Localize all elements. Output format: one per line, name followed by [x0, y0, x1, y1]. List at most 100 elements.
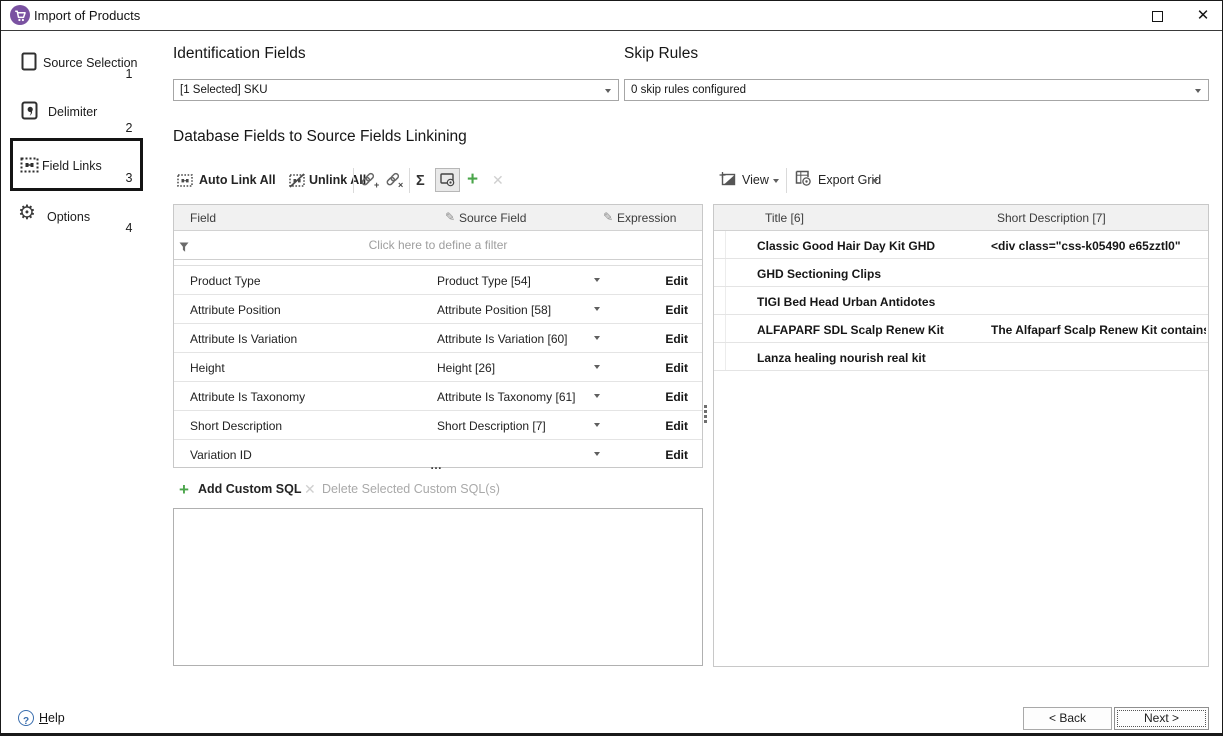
column-header-field[interactable]: Field — [190, 211, 216, 225]
description-cell: <div class="css-k05490 e65zztl0" — [991, 239, 1181, 253]
source-field-value[interactable]: Attribute Is Taxonomy [61] — [437, 390, 576, 404]
edit-expression-button[interactable]: Edit — [665, 332, 688, 346]
step-number: 2 — [121, 121, 137, 135]
chevron-down-icon — [872, 179, 878, 183]
chevron-down-icon — [605, 89, 611, 93]
delimiter-icon — [21, 101, 38, 125]
toolbar-separator — [786, 168, 787, 193]
preview-row: Classic Good Hair Day Kit GHD<div class=… — [714, 231, 1208, 259]
source-field-dropdown[interactable] — [588, 445, 606, 463]
source-field-dropdown[interactable] — [588, 416, 606, 434]
add-row-icon[interactable]: + — [467, 170, 478, 189]
row-indicator — [714, 343, 726, 370]
document-icon — [21, 52, 37, 76]
field-name-cell: Attribute Is Variation — [190, 332, 297, 346]
chevron-down-icon — [594, 423, 600, 427]
preview-row: Lanza healing nourish real kit — [714, 343, 1208, 371]
add-link-icon[interactable]: + — [360, 172, 380, 194]
description-cell: The Alfaparf Scalp Renew Kit contains th… — [991, 323, 1206, 337]
title-cell: Lanza healing nourish real kit — [757, 351, 926, 365]
grid-resize-handle[interactable]: … — [430, 458, 443, 472]
delete-custom-sql-icon-disabled: ✕ — [304, 482, 316, 496]
column-header-title[interactable]: Title [6] — [765, 211, 804, 225]
source-field-value[interactable]: Short Description [7] — [437, 419, 546, 433]
source-field-dropdown[interactable] — [588, 387, 606, 405]
source-preview-grid: Title [6] Short Description [7] Classic … — [713, 204, 1209, 667]
preview-toggle-button[interactable] — [435, 168, 460, 192]
edit-expression-button[interactable]: Edit — [665, 274, 688, 288]
custom-sql-input[interactable] — [173, 508, 703, 666]
source-field-value[interactable]: Attribute Is Variation [60] — [437, 332, 568, 346]
chevron-down-icon — [594, 394, 600, 398]
next-button[interactable]: Next > — [1114, 707, 1209, 730]
field-name-cell: Variation ID — [190, 448, 252, 462]
help-icon: ? — [18, 710, 34, 726]
close-button[interactable]: ✕ — [1187, 4, 1219, 28]
back-button[interactable]: < Back — [1023, 707, 1112, 730]
source-field-dropdown[interactable] — [588, 358, 606, 376]
field-name-cell: Attribute Is Taxonomy — [190, 390, 305, 404]
edit-expression-button[interactable]: Edit — [665, 419, 688, 433]
title-bar: Import of Products ✕ — [1, 1, 1222, 31]
field-link-row: Height Height [26] Edit — [174, 353, 702, 382]
add-custom-sql-icon: + — [179, 480, 189, 499]
field-grid-rows: Product TypeProduct Type [54]EditAttribu… — [174, 266, 702, 469]
skip-rules-dropdown[interactable]: 0 skip rules configured — [624, 79, 1209, 101]
skip-rules-value: 0 skip rules configured — [631, 84, 746, 96]
step-number: 1 — [121, 67, 137, 81]
sidebar-item-delimiter[interactable]: Delimiter — [48, 105, 97, 119]
edit-expression-button[interactable]: Edit — [665, 390, 688, 404]
row-indicator — [714, 259, 726, 286]
source-field-value[interactable]: Attribute Position [58] — [437, 303, 551, 317]
source-field-dropdown[interactable] — [588, 300, 606, 318]
field-grid-header: Field ✎ Source Field ✎ Expression — [174, 205, 702, 231]
remove-link-icon[interactable]: × — [385, 172, 405, 194]
title-cell: TIGI Bed Head Urban Antidotes — [757, 295, 935, 309]
pencil-icon: ✎ — [603, 210, 613, 224]
panel-splitter-handle[interactable] — [703, 403, 708, 425]
field-link-row: Attribute PositionAttribute Position [58… — [174, 295, 702, 324]
column-header-source-field[interactable]: Source Field — [459, 211, 526, 225]
field-links-grid: Field ✎ Source Field ✎ Expression Click … — [173, 204, 703, 468]
edit-expression-button[interactable]: Edit — [665, 303, 688, 317]
sigma-expression-icon[interactable]: Σ — [416, 173, 425, 189]
add-custom-sql-button[interactable]: Add Custom SQL — [198, 482, 301, 496]
field-link-row: Product TypeProduct Type [54]Edit — [174, 266, 702, 295]
auto-link-all-button[interactable]: Auto Link All — [199, 173, 276, 187]
preview-row: GHD Sectioning Clips — [714, 259, 1208, 287]
import-wizard-window: Import of Products ✕ Source Selection 1 … — [0, 0, 1223, 736]
help-link[interactable]: Help — [39, 711, 65, 725]
column-header-short-description[interactable]: Short Description [7] — [997, 211, 1106, 225]
linking-section-heading: Database Fields to Source Fields Linkini… — [173, 128, 467, 146]
source-field-dropdown[interactable] — [588, 271, 606, 289]
field-link-row: Short DescriptionShort Description [7]Ed… — [174, 411, 702, 440]
delete-custom-sql-button-disabled: Delete Selected Custom SQL(s) — [322, 482, 500, 496]
app-logo-icon — [10, 5, 30, 25]
source-field-value[interactable]: Height [26] — [437, 361, 495, 375]
maximize-icon — [1152, 11, 1163, 22]
identification-fields-value: [1 Selected] SKU — [180, 84, 268, 96]
source-field-dropdown[interactable] — [588, 329, 606, 347]
step-number: 4 — [121, 221, 137, 235]
chevron-down-icon — [594, 452, 600, 456]
field-name-cell: Height — [190, 361, 225, 375]
preview-grid-rows: Classic Good Hair Day Kit GHD<div class=… — [714, 231, 1208, 371]
sidebar-item-options[interactable]: Options — [47, 210, 90, 224]
filter-row[interactable]: Click here to define a filter — [174, 231, 702, 260]
unlink-all-button[interactable]: Unlink All — [309, 173, 366, 187]
preview-row: ALFAPARF SDL Scalp Renew KitThe Alfaparf… — [714, 315, 1208, 343]
title-cell: GHD Sectioning Clips — [757, 267, 881, 281]
skip-rules-heading: Skip Rules — [624, 45, 698, 63]
filter-placeholder: Click here to define a filter — [174, 238, 702, 252]
view-menu-button[interactable]: View — [742, 173, 769, 187]
toolbar-separator — [353, 168, 354, 193]
edit-expression-button[interactable]: Edit — [665, 448, 688, 462]
field-link-row: Attribute Is Variation Attribute Is Varia… — [174, 324, 702, 353]
source-field-value[interactable]: Product Type [54] — [437, 274, 531, 288]
chevron-down-icon — [1195, 89, 1201, 93]
column-header-expression[interactable]: Expression — [617, 211, 676, 225]
sidebar-item-field-links[interactable]: Field Links — [42, 159, 102, 173]
maximize-button[interactable] — [1143, 6, 1171, 26]
edit-expression-button[interactable]: Edit — [665, 361, 688, 375]
identification-fields-dropdown[interactable]: [1 Selected] SKU — [173, 79, 619, 101]
